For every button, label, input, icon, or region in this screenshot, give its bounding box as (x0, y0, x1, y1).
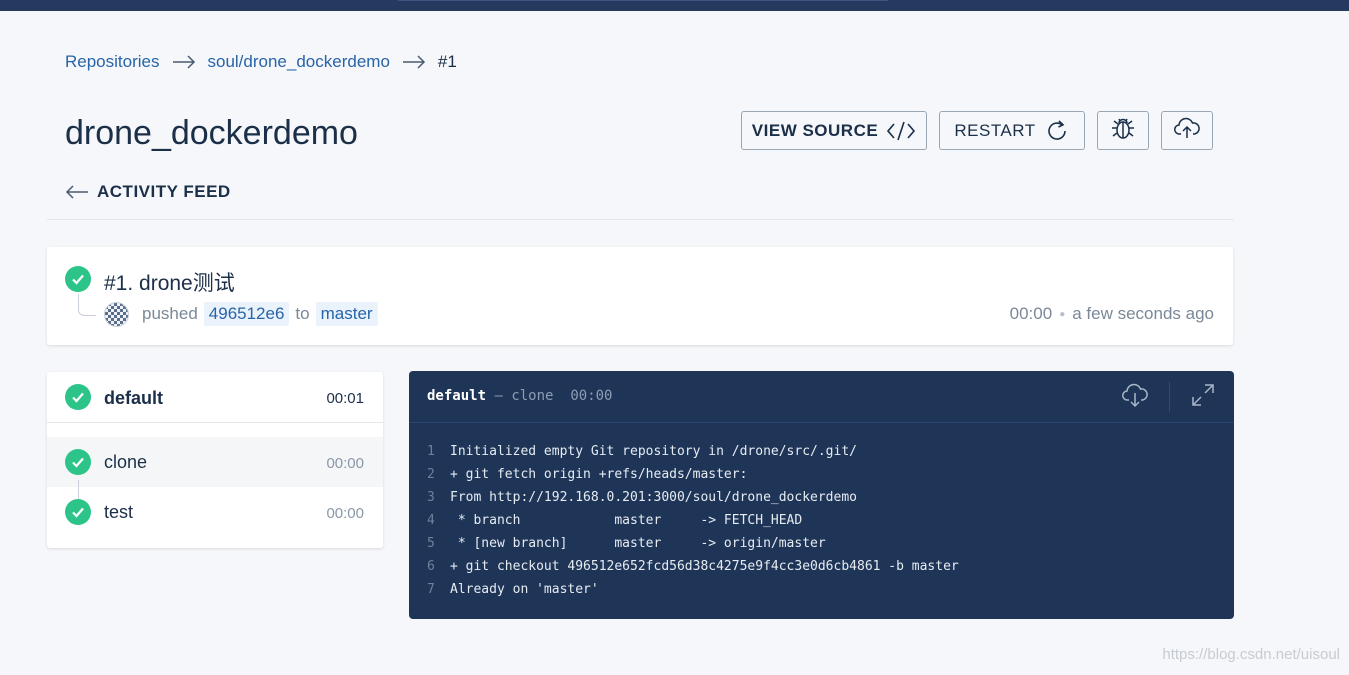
page-title: drone_dockerdemo (65, 114, 358, 152)
line-text: * [new branch] master -> origin/master (450, 536, 826, 551)
log-line: 5 * [new branch] master -> origin/master (427, 532, 959, 555)
line-number: 6 (427, 559, 435, 574)
breadcrumb-repo[interactable]: soul/drone_dockerdemo (208, 52, 390, 72)
arrow-left-icon (65, 185, 89, 199)
log-line: 2 + git fetch origin +refs/heads/master: (427, 463, 959, 486)
console-stage: default (427, 388, 487, 404)
restart-label: RESTART (954, 120, 1036, 140)
cloud-download-icon[interactable] (1121, 381, 1149, 413)
build-meta: pushed 496512e6 to master (142, 302, 384, 326)
console-title: default — clone 00:00 (427, 388, 613, 404)
log-line: 7 Already on 'master' (427, 578, 959, 601)
console-header: default — clone 00:00 (409, 371, 1234, 423)
log-console: default — clone 00:00 1 Initialized empty… (409, 371, 1234, 619)
stage-name: default (104, 388, 164, 408)
breadcrumb-repositories[interactable]: Repositories (65, 52, 160, 72)
separator-dot: ● (1059, 308, 1066, 320)
arrow-right-icon (402, 55, 426, 69)
divider (47, 219, 1234, 220)
line-text: Already on 'master' (450, 582, 599, 597)
build-when: a few seconds ago (1072, 304, 1214, 323)
line-text: + git checkout 496512e652fcd56d38c4275e9… (450, 559, 959, 574)
step-test[interactable]: test 00:00 (47, 487, 383, 537)
build-title: #1. drone测试 (104, 272, 235, 295)
cloud-upload-icon (1173, 115, 1201, 146)
success-check-icon (65, 449, 91, 475)
step-duration: 00:00 (326, 505, 364, 522)
step-name: clone (104, 452, 148, 472)
stage-panel: default 00:01 clone 00:00 test 00:00 (47, 372, 383, 548)
breadcrumb: Repositories soul/drone_dockerdemo #1 (65, 50, 457, 74)
step-name: test (104, 502, 134, 522)
expand-icon[interactable] (1190, 382, 1216, 412)
console-duration: 00:00 (570, 388, 613, 404)
success-check-icon (65, 266, 91, 292)
line-number: 3 (427, 490, 435, 505)
build-action: pushed (142, 304, 198, 323)
log-line: 1 Initialized empty Git repository in /dr… (427, 440, 959, 463)
console-actions (1121, 381, 1216, 413)
line-text: Initialized empty Git repository in /dro… (450, 444, 857, 459)
step-clone[interactable]: clone 00:00 (47, 437, 383, 487)
restart-button[interactable]: RESTART (939, 111, 1085, 150)
code-icon (886, 120, 916, 142)
arrow-right-icon (172, 55, 196, 69)
line-text: From http://192.168.0.201:3000/soul/dron… (450, 490, 857, 505)
console-step: clone (511, 388, 554, 404)
line-text: + git fetch origin +refs/heads/master: (450, 467, 748, 482)
success-check-icon (65, 499, 91, 525)
breadcrumb-current: #1 (437, 52, 457, 71)
log-line: 4 * branch master -> FETCH_HEAD (427, 509, 959, 532)
line-number: 2 (427, 467, 435, 482)
avatar (104, 302, 129, 327)
top-nav-bar (0, 0, 1349, 11)
stage-duration: 00:01 (326, 390, 364, 407)
branch-link[interactable]: master (315, 302, 378, 326)
line-number: 4 (427, 513, 435, 528)
stage-header[interactable]: default 00:01 (47, 372, 383, 423)
activity-feed-label: ACTIVITY FEED (97, 182, 231, 201)
line-number: 7 (427, 582, 435, 597)
success-check-icon (65, 384, 91, 410)
view-source-button[interactable]: VIEW SOURCE (741, 111, 927, 150)
console-separator (1169, 382, 1170, 412)
toolbar: VIEW SOURCE RESTART (741, 111, 1213, 150)
step-duration: 00:00 (326, 455, 364, 472)
line-number: 5 (427, 536, 435, 551)
log-line: 3 From http://192.168.0.201:3000/soul/dro… (427, 486, 959, 509)
log-line: 6 + git checkout 496512e652fcd56d38c4275e… (427, 555, 959, 578)
tree-connector (78, 294, 96, 316)
debug-button[interactable] (1097, 111, 1149, 150)
bug-icon (1109, 114, 1137, 147)
console-dash: — (494, 388, 503, 404)
line-text: * branch master -> FETCH_HEAD (450, 513, 803, 528)
build-duration: 00:00 (1009, 304, 1053, 323)
build-time: 00:00 ● a few seconds ago (1010, 304, 1214, 324)
line-number: 1 (427, 444, 435, 459)
refresh-icon (1044, 118, 1070, 144)
deploy-button[interactable] (1161, 111, 1213, 150)
build-summary-card: #1. drone测试 pushed 496512e6 to master 00… (47, 247, 1233, 345)
view-source-label: VIEW SOURCE (751, 120, 879, 140)
watermark: https://blog.csdn.net/uisoul (1162, 646, 1340, 663)
activity-feed-link[interactable]: ACTIVITY FEED (65, 182, 231, 202)
log-lines: 1 Initialized empty Git repository in /dr… (427, 440, 959, 601)
build-to-label: to (295, 304, 310, 323)
commit-link[interactable]: 496512e6 (203, 302, 290, 326)
